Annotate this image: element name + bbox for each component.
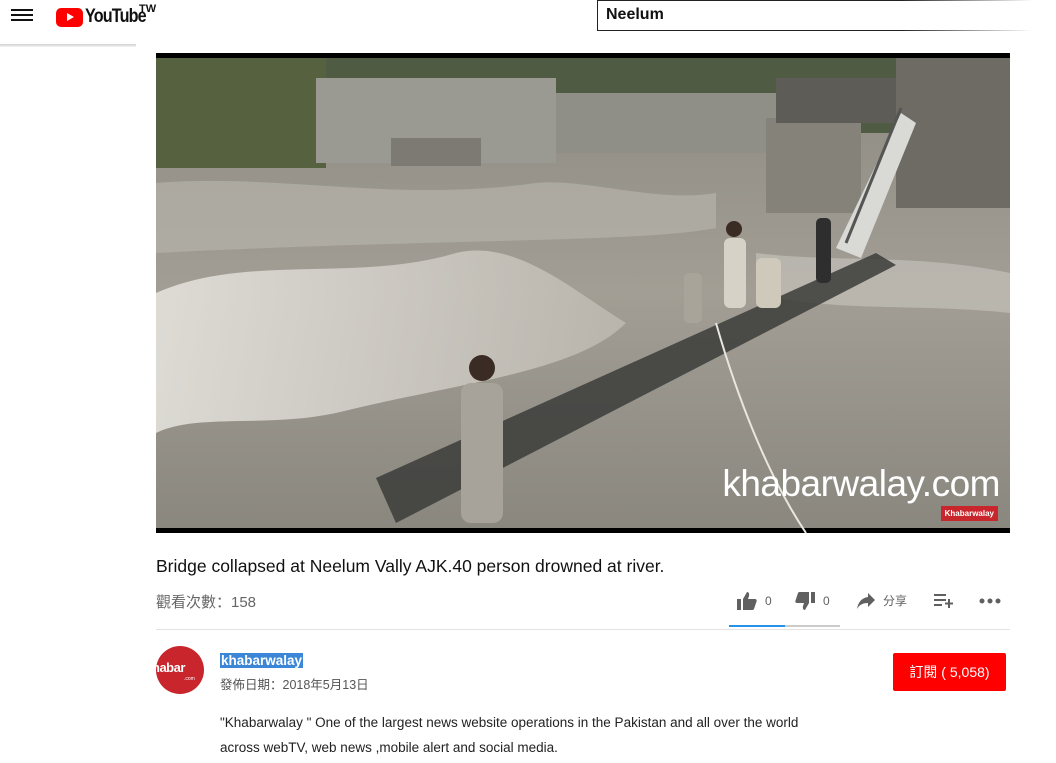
publish-date: 發佈日期：2018年5月13日: [220, 678, 369, 692]
masthead: YouTube TW: [0, 0, 1056, 47]
logo-text: YouTube: [85, 6, 147, 27]
avatar-subtext: .com: [184, 676, 195, 682]
search-fade: [900, 0, 1056, 31]
share-button[interactable]: 分享: [857, 592, 907, 609]
video-player[interactable]: khabarwalay.com Khabarwalay: [156, 53, 1010, 533]
divider: [156, 629, 1010, 630]
masthead-divider: [0, 44, 136, 47]
avatar-text: habar: [156, 660, 185, 675]
dislike-button[interactable]: 0: [795, 592, 830, 610]
sentiment-bar-fill: [729, 625, 785, 627]
thumb-down-icon: [795, 592, 815, 610]
video-watermark: khabarwalay.com: [722, 463, 1000, 504]
description-line: "Khabarwalay " One of the largest news w…: [220, 715, 799, 730]
channel-avatar[interactable]: habar .com: [156, 646, 204, 694]
view-count: 觀看次數：158: [156, 594, 257, 611]
video-title: Bridge collapsed at Neelum Vally AJK.40 …: [156, 556, 665, 576]
like-count: 0: [765, 594, 772, 608]
video-description: "Khabarwalay " One of the largest news w…: [220, 710, 860, 760]
channel-name[interactable]: khabarwalay: [220, 653, 304, 668]
playlist-add-icon: [934, 594, 953, 608]
video-frame: [156, 58, 1010, 533]
dislike-count: 0: [823, 594, 830, 608]
share-label: 分享: [883, 594, 908, 608]
like-button[interactable]: 0: [737, 592, 772, 610]
watermark-badge: Khabarwalay: [940, 506, 998, 521]
more-actions-button[interactable]: [979, 598, 1009, 604]
search-input[interactable]: [606, 6, 906, 24]
more-horiz-icon: [979, 598, 1001, 604]
hamburger-menu-icon[interactable]: [10, 6, 34, 28]
add-to-playlist-button[interactable]: [934, 592, 962, 608]
subscribe-button[interactable]: 訂閱 ( 5,058): [893, 653, 1006, 691]
youtube-play-icon: [56, 7, 83, 27]
sentiment-bar: [729, 625, 840, 627]
thumb-up-icon: [737, 592, 757, 610]
description-line: across webTV, web news ,mobile alert and…: [220, 740, 558, 755]
country-code: TW: [139, 3, 157, 15]
share-icon: [857, 592, 875, 609]
video-actions: 0 0 分享: [729, 588, 1019, 628]
